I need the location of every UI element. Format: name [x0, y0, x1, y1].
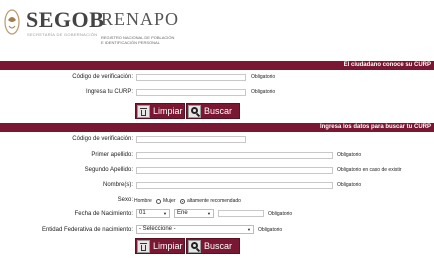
- birth-month-select[interactable]: Ene ▼: [174, 209, 214, 218]
- curp-note: Obligatorio: [251, 89, 276, 95]
- renapo-subtitle-line2: E IDENTIFICACIÓN PERSONAL: [101, 40, 160, 45]
- eagle-emblem-icon: [4, 9, 20, 35]
- chevron-down-icon: ▼: [163, 211, 167, 216]
- trash-icon: [137, 104, 150, 118]
- search-button[interactable]: Buscar: [186, 103, 240, 119]
- second-surname-label: Segundo Apellido:: [84, 167, 133, 173]
- state-note: Obligatorio: [258, 227, 283, 233]
- birth-date-label: Fecha de Nacimiento:: [74, 211, 133, 217]
- renapo-subtitle: REGISTRO NACIONAL DE POBLACIÓN E IDENTIF…: [101, 35, 196, 45]
- segob-subtitle: SECRETARÍA DE GOBERNACIÓN: [27, 32, 98, 37]
- second-surname-note: Obligatorio en caso de existir: [337, 167, 402, 173]
- names-note: Obligatorio: [337, 182, 362, 188]
- segob-logo-text: SEGOB: [26, 7, 105, 32]
- first-surname-note: Obligatorio: [337, 152, 362, 158]
- magnifier-icon: [188, 239, 201, 253]
- magnifier-icon: [188, 104, 201, 118]
- sex-female-label: Mujer: [163, 198, 176, 204]
- chevron-down-icon: ▼: [247, 227, 251, 232]
- names-input[interactable]: [136, 182, 333, 189]
- renapo-logo-text: RENAPO: [101, 9, 180, 29]
- chevron-down-icon: ▼: [207, 211, 211, 216]
- birth-day-select[interactable]: 01 ▼: [136, 209, 170, 218]
- sex-note: altamente recomendado: [187, 198, 241, 204]
- verification-input[interactable]: [136, 74, 246, 81]
- clear-button[interactable]: Limpiar: [135, 103, 185, 119]
- birth-date-note: Obligatorio: [268, 211, 293, 217]
- clear-button-label: Limpiar: [153, 106, 183, 116]
- first-surname-input[interactable]: [136, 152, 333, 159]
- search-button-label: Buscar: [204, 106, 233, 116]
- curp-label: Ingresa tu CURP:: [85, 89, 133, 95]
- state-label: Entidad Federativa de nacimiento:: [41, 227, 133, 233]
- sex-male-radio[interactable]: [156, 199, 161, 204]
- second-surname-input[interactable]: [136, 167, 333, 174]
- verification-note: Obligatorio: [251, 74, 276, 80]
- clear2-button-label: Limpiar: [153, 241, 183, 251]
- state-select[interactable]: - Seleccione - ▼: [136, 225, 254, 234]
- search2-button[interactable]: Buscar: [186, 238, 240, 254]
- clear2-button[interactable]: Limpiar: [135, 238, 185, 254]
- birth-year-input[interactable]: [218, 210, 264, 217]
- curp-input[interactable]: [136, 89, 246, 96]
- sex-female-radio[interactable]: [180, 199, 185, 204]
- birth-day-value: 01: [139, 210, 146, 216]
- search2-button-label: Buscar: [204, 241, 233, 251]
- verification2-label: Código de verificación:: [72, 136, 133, 142]
- sex-male-label: Hombre: [134, 198, 152, 204]
- verification-label: Código de verificación:: [72, 74, 133, 80]
- birth-month-value: Ene: [177, 210, 188, 216]
- names-label: Nombre(s):: [102, 182, 133, 188]
- verification2-input[interactable]: [136, 136, 246, 143]
- trash-icon: [137, 239, 150, 253]
- section2-title-bar: Ingresa los datos para buscar tu CURP: [0, 123, 434, 132]
- section1-title-bar: El ciudadano conoce su CURP: [0, 61, 434, 70]
- first-surname-label: Primer apellido:: [91, 152, 133, 158]
- state-value: - Seleccione -: [139, 226, 176, 232]
- sex-label: Sexo:: [117, 197, 133, 203]
